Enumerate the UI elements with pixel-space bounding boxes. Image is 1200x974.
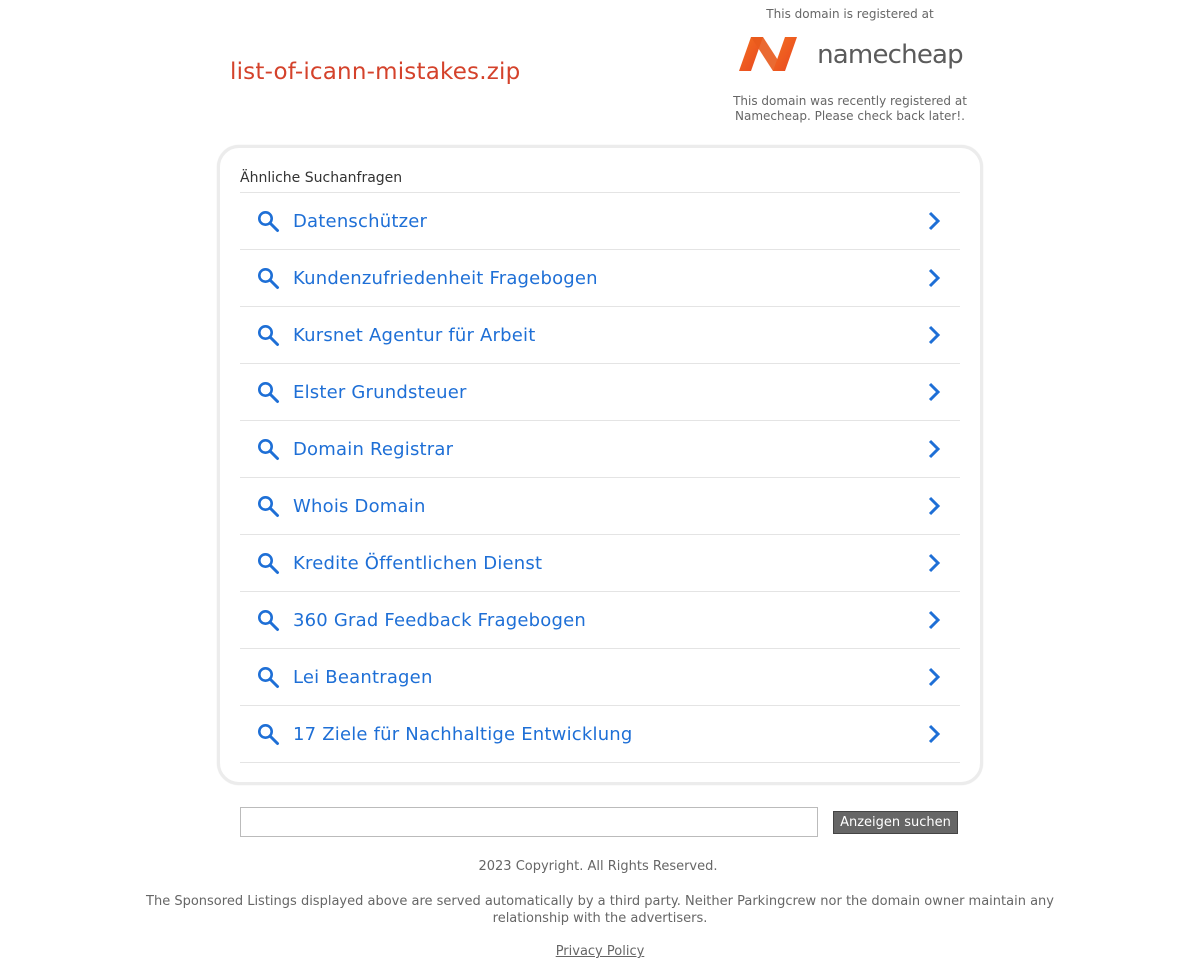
related-search-item[interactable]: 360 Grad Feedback Fragebogen xyxy=(240,592,960,649)
related-search-label: 360 Grad Feedback Fragebogen xyxy=(293,609,586,631)
chevron-right-icon xyxy=(924,609,944,631)
chevron-right-icon xyxy=(924,438,944,460)
search-ads-button[interactable]: Anzeigen suchen xyxy=(833,811,958,834)
related-search-item[interactable]: Kredite Öffentlichen Dienst xyxy=(240,535,960,592)
related-search-item[interactable]: Whois Domain xyxy=(240,478,960,535)
related-search-item[interactable]: Lei Beantragen xyxy=(240,649,960,706)
related-search-label: Whois Domain xyxy=(293,495,426,517)
registrar-info: This domain is registered at namecheap T… xyxy=(720,6,980,124)
privacy-policy: Privacy Policy xyxy=(0,944,1200,959)
namecheap-logo-icon xyxy=(739,37,798,71)
related-search-item[interactable]: 17 Ziele für Nachhaltige Entwicklung xyxy=(240,706,960,763)
search-icon xyxy=(256,209,280,233)
search-icon xyxy=(256,437,280,461)
search-icon xyxy=(256,722,280,746)
search-input[interactable] xyxy=(240,807,818,837)
chevron-right-icon xyxy=(924,381,944,403)
chevron-right-icon xyxy=(924,267,944,289)
related-search-item[interactable]: Kursnet Agentur für Arbeit xyxy=(240,307,960,364)
search-icon xyxy=(256,266,280,290)
related-search-label: Kundenzufriedenheit Fragebogen xyxy=(293,267,598,289)
search-icon xyxy=(256,494,280,518)
search-icon xyxy=(256,551,280,575)
chevron-right-icon xyxy=(924,666,944,688)
related-search-label: Kredite Öffentlichen Dienst xyxy=(293,552,543,574)
privacy-policy-link[interactable]: Privacy Policy xyxy=(556,944,645,959)
related-search-item[interactable]: Domain Registrar xyxy=(240,421,960,478)
related-search-label: Domain Registrar xyxy=(293,438,454,460)
search-icon xyxy=(256,323,280,347)
chevron-right-icon xyxy=(924,210,944,232)
copyright-text: 2023 Copyright. All Rights Reserved. xyxy=(478,859,718,874)
domain-title: list-of-icann-mistakes.zip xyxy=(230,59,521,85)
related-searches-list: Datenschützer Kundenzufriedenheit Fragebo… xyxy=(240,192,960,763)
disclaimer-text: The Sponsored Listings displayed above a… xyxy=(146,894,1054,926)
related-searches-panel: Ähnliche Suchanfragen Datenschützer Kunde… xyxy=(217,145,983,785)
related-searches-heading: Ähnliche Suchanfragen xyxy=(240,170,403,186)
search-icon xyxy=(256,608,280,632)
registrar-note: This domain was recently registered at N… xyxy=(733,94,967,123)
related-search-item[interactable]: Datenschützer xyxy=(240,193,960,250)
related-search-label: Kursnet Agentur für Arbeit xyxy=(293,324,536,346)
related-search-label: Lei Beantragen xyxy=(293,666,433,688)
related-search-label: Elster Grundsteuer xyxy=(293,381,467,403)
search-icon xyxy=(256,665,280,689)
related-search-item[interactable]: Kundenzufriedenheit Fragebogen xyxy=(240,250,960,307)
chevron-right-icon xyxy=(924,723,944,745)
chevron-right-icon xyxy=(924,324,944,346)
registrar-logo-text: namecheap xyxy=(817,39,964,70)
related-search-label: 17 Ziele für Nachhaltige Entwicklung xyxy=(293,723,633,745)
related-search-label: Datenschützer xyxy=(293,210,428,232)
chevron-right-icon xyxy=(924,552,944,574)
related-search-item[interactable]: Elster Grundsteuer xyxy=(240,364,960,421)
chevron-right-icon xyxy=(924,495,944,517)
registered-at-label: This domain is registered at xyxy=(766,7,934,21)
search-icon xyxy=(256,380,280,404)
registrar-logo[interactable]: namecheap xyxy=(720,27,980,81)
